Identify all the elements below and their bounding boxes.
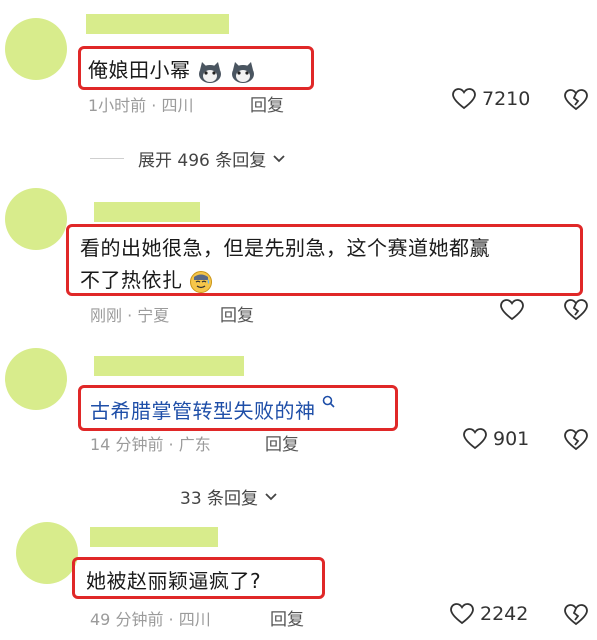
dislike-button[interactable]	[564, 89, 588, 111]
comment-meta: 刚刚 · 宁夏	[90, 306, 170, 325]
search-icon	[322, 395, 335, 408]
broken-heart-icon	[564, 429, 588, 451]
expand-label: 展开 496 条回复	[138, 151, 267, 171]
expand-replies-button[interactable]: 33 条回复	[180, 484, 278, 509]
chevron-down-icon	[264, 492, 278, 502]
dislike-button[interactable]	[564, 299, 588, 321]
reply-button[interactable]: 回复	[270, 605, 304, 630]
comment-text-line2: 不了热依扎	[80, 264, 213, 294]
username-redacted[interactable]	[94, 356, 244, 376]
cat-face-icon	[230, 60, 256, 84]
like-count: 2242	[480, 603, 529, 625]
broken-heart-icon	[564, 604, 588, 626]
like-count: 901	[493, 428, 530, 450]
dislike-button[interactable]	[564, 429, 588, 451]
broken-heart-icon	[564, 89, 588, 111]
avatar[interactable]	[5, 18, 67, 80]
divider	[90, 158, 124, 159]
sweat-smile-icon	[189, 270, 213, 294]
expand-label: 33 条回复	[180, 489, 259, 509]
dislike-button[interactable]	[564, 604, 588, 626]
comment-text: 不了热依扎	[80, 268, 183, 292]
reply-button[interactable]: 回复	[265, 430, 299, 455]
comment-text-3[interactable]: 古希腊掌管转型失败的神	[90, 395, 335, 424]
broken-heart-icon	[564, 299, 588, 321]
comment-text: 俺娘田小幂	[88, 58, 191, 82]
comment-text-1: 俺娘田小幂	[88, 54, 256, 84]
comment-meta: 14 分钟前 · 广东	[90, 435, 211, 454]
reply-button[interactable]: 回复	[250, 91, 284, 116]
comment-text: 她被赵丽颖逼疯了?	[86, 569, 262, 593]
like-button[interactable]: 7210	[452, 88, 530, 110]
avatar[interactable]	[5, 348, 67, 410]
avatar[interactable]	[5, 188, 67, 250]
like-button[interactable]: 2242	[450, 603, 528, 625]
like-button[interactable]: 901	[463, 428, 529, 450]
expand-replies-button[interactable]: 展开 496 条回复	[90, 146, 286, 171]
heart-icon	[463, 428, 487, 450]
username-redacted[interactable]	[86, 14, 229, 34]
chevron-down-icon	[272, 154, 286, 164]
heart-icon	[500, 299, 524, 321]
comment-text-line1: 看的出她很急，但是先别急，这个赛道她都赢	[80, 236, 490, 260]
comment-meta: 1小时前 · 四川	[88, 96, 194, 115]
comment-text: 古希腊掌管转型失败的神	[90, 399, 316, 423]
comment-meta: 49 分钟前 · 四川	[90, 610, 211, 629]
reply-button[interactable]: 回复	[220, 301, 254, 326]
avatar[interactable]	[16, 522, 78, 584]
like-count: 7210	[482, 88, 531, 110]
heart-icon	[452, 88, 476, 110]
heart-icon	[450, 603, 474, 625]
like-button[interactable]	[500, 299, 524, 321]
cat-face-icon	[197, 60, 223, 84]
username-redacted[interactable]	[94, 202, 200, 222]
username-redacted[interactable]	[90, 527, 218, 547]
